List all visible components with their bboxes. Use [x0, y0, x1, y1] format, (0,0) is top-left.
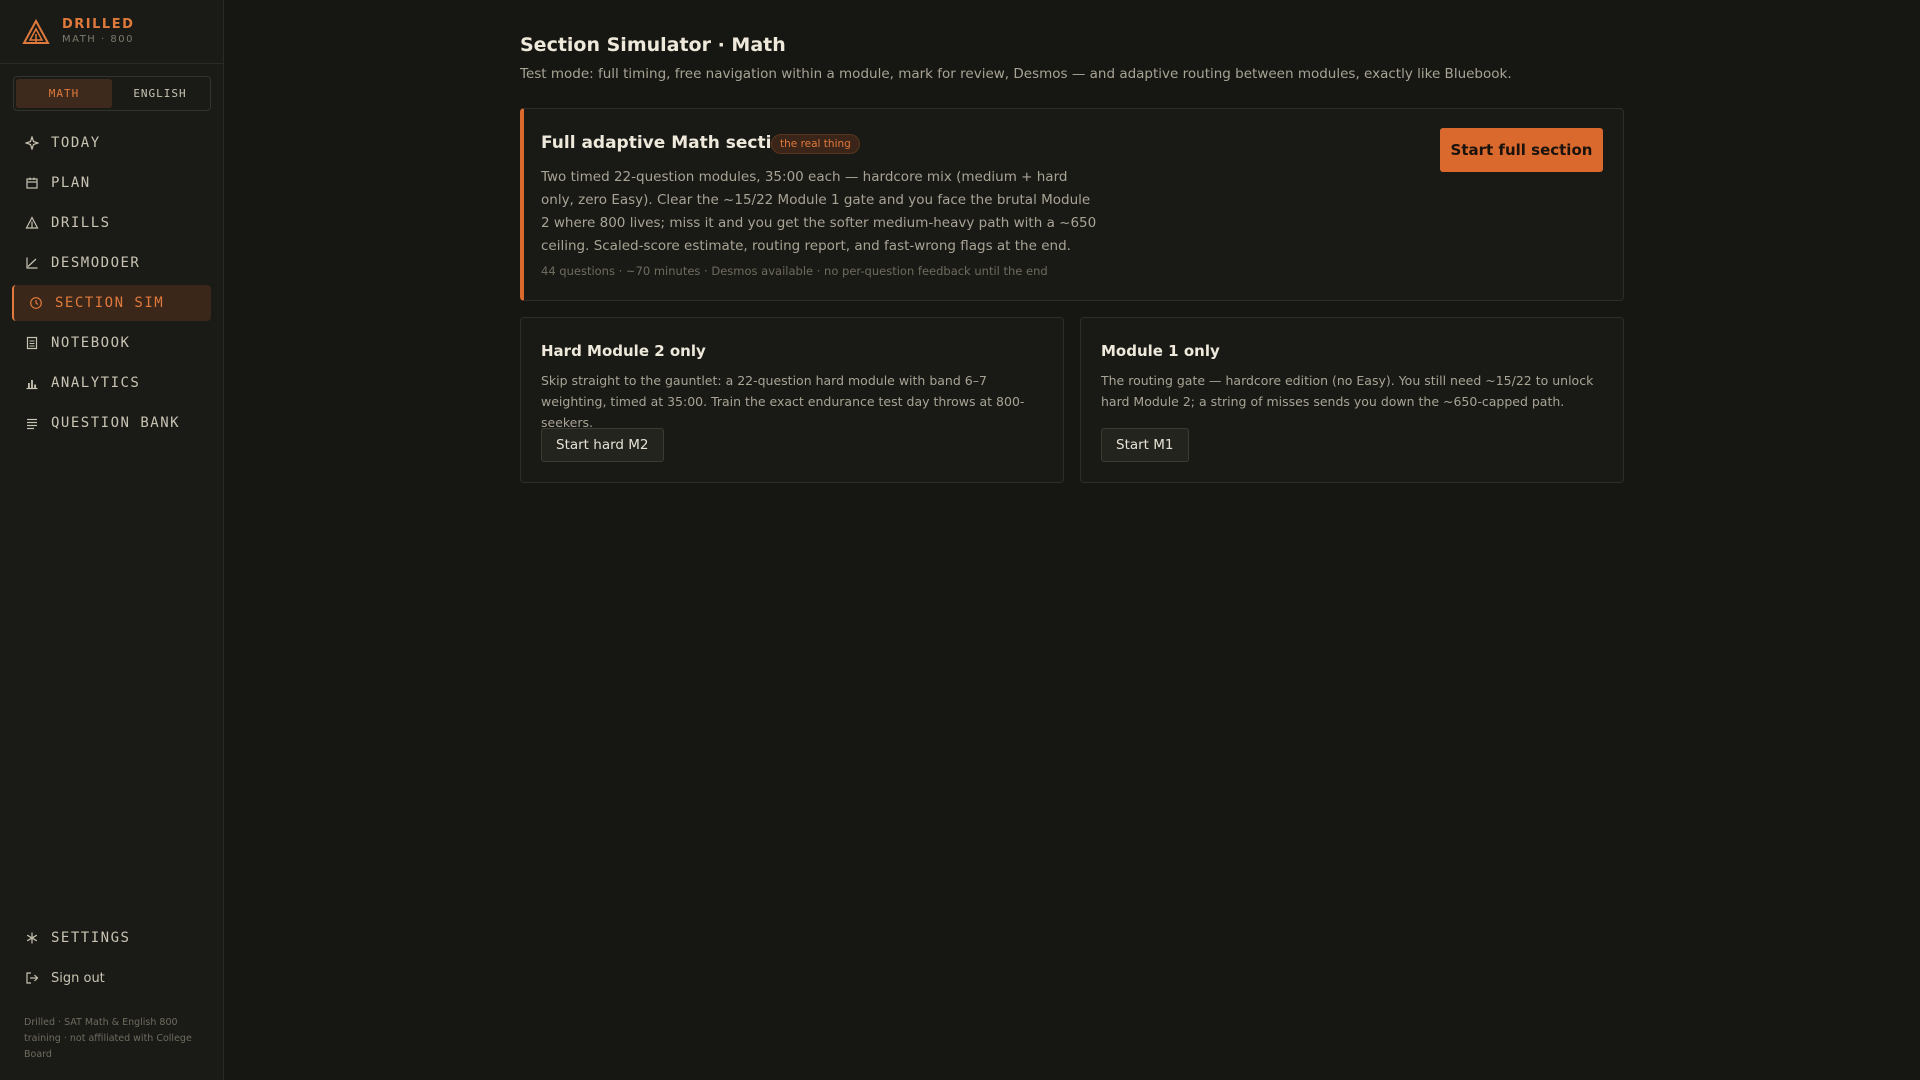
real-thing-badge: the real thing — [771, 134, 860, 154]
subject-english-button[interactable]: ENGLISH — [112, 79, 208, 108]
main-content: Section Simulator · Math Test mode: full… — [520, 0, 1624, 483]
start-full-section-button[interactable]: Start full section — [1440, 128, 1603, 172]
sparkle-icon — [25, 136, 39, 150]
module-1-title: Module 1 only — [1101, 342, 1220, 360]
start-hard-m2-button[interactable]: Start hard M2 — [541, 428, 664, 462]
hard-module-2-card: Hard Module 2 only Skip straight to the … — [520, 317, 1064, 483]
list-icon — [25, 416, 39, 430]
sidebar-bottom-nav: SETTINGS Sign out — [12, 920, 211, 1000]
footer-disclaimer: Drilled · SAT Math & English 800 trainin… — [24, 1017, 192, 1060]
sidebar-item-label: NOTEBOOK — [51, 335, 131, 351]
bar-chart-icon — [25, 376, 39, 390]
triangle-icon — [25, 216, 39, 230]
sidebar-item-drills[interactable]: DRILLS — [12, 205, 211, 241]
start-m1-button[interactable]: Start M1 — [1101, 428, 1189, 462]
sidebar-item-label: SETTINGS — [51, 930, 131, 946]
sign-out-label: Sign out — [51, 970, 105, 986]
sidebar-nav: TODAY PLAN DRILLS DESMODOER SECTION SIM — [12, 125, 211, 445]
sidebar-item-today[interactable]: TODAY — [12, 125, 211, 161]
brand[interactable]: DRILLED MATH · 800 — [0, 0, 223, 64]
sidebar-item-label: DRILLS — [51, 215, 111, 231]
sidebar: DRILLED MATH · 800 MATH ENGLISH TODAY PL… — [0, 0, 224, 1080]
module-1-description: The routing gate — hardcore edition (no … — [1101, 373, 1594, 409]
hard-module-2-description: Skip straight to the gauntlet: a 22-ques… — [541, 373, 1025, 430]
page-title: Section Simulator · Math — [520, 34, 786, 56]
full-section-card: Full adaptive Math section the real thin… — [520, 108, 1624, 301]
notebook-icon — [25, 336, 39, 350]
sidebar-item-plan[interactable]: PLAN — [12, 165, 211, 201]
sidebar-item-section-sim[interactable]: SECTION SIM — [12, 285, 211, 321]
sidebar-item-label: TODAY — [51, 135, 101, 151]
sidebar-item-label: PLAN — [51, 175, 91, 191]
calendar-icon — [25, 176, 39, 190]
brand-name: DRILLED — [62, 16, 135, 32]
hard-module-2-title: Hard Module 2 only — [541, 342, 706, 360]
module-1-card: Module 1 only The routing gate — hardcor… — [1080, 317, 1624, 483]
full-section-title: Full adaptive Math section — [541, 133, 796, 153]
sidebar-item-notebook[interactable]: NOTEBOOK — [12, 325, 211, 361]
sidebar-item-desmodoer[interactable]: DESMODOER — [12, 245, 211, 281]
sidebar-item-label: DESMODOER — [51, 255, 141, 271]
logo-triangle-icon — [22, 18, 50, 44]
subject-math-button[interactable]: MATH — [16, 79, 112, 108]
graph-axis-icon — [25, 256, 39, 270]
sidebar-item-question-bank[interactable]: QUESTION BANK — [12, 405, 211, 441]
full-section-description: Two timed 22-question modules, 35:00 eac… — [541, 169, 1097, 254]
asterisk-settings-icon — [25, 931, 39, 945]
sidebar-item-settings[interactable]: SETTINGS — [12, 920, 211, 956]
sign-out-icon — [25, 971, 39, 985]
brand-subtitle: MATH · 800 — [62, 33, 134, 45]
sign-out-button[interactable]: Sign out — [12, 960, 211, 996]
full-section-meta: 44 questions · ~70 minutes · Desmos avai… — [541, 264, 1048, 278]
sidebar-item-analytics[interactable]: ANALYTICS — [12, 365, 211, 401]
page-subtitle: Test mode: full timing, free navigation … — [520, 66, 1512, 82]
sidebar-item-label: SECTION SIM — [55, 295, 165, 311]
subject-toggle: MATH ENGLISH — [13, 76, 211, 111]
sidebar-item-label: QUESTION BANK — [51, 415, 181, 431]
sidebar-item-label: ANALYTICS — [51, 375, 141, 391]
clock-icon — [29, 296, 43, 310]
